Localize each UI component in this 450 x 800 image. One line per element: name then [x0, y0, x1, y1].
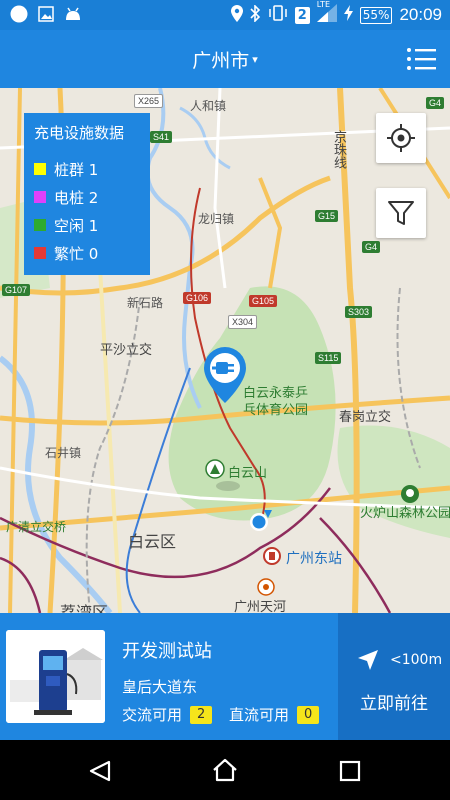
map-label: 广州天河: [234, 599, 287, 613]
battery-level: 55%: [359, 6, 393, 24]
locate-button[interactable]: [376, 113, 426, 163]
charging-bolt-icon: [343, 5, 353, 25]
legend-swatch: [34, 219, 46, 231]
station-name: 开发测试站: [122, 641, 212, 662]
location-icon: [230, 4, 243, 26]
road-shield: G15: [315, 210, 339, 222]
map-label: 广州东站: [286, 550, 342, 566]
city-name: 广州市: [192, 50, 250, 72]
network-type: LTE: [316, 0, 331, 9]
charging-station-marker[interactable]: [202, 345, 248, 407]
dc-count-badge: 0: [297, 705, 320, 724]
map-label: 白云区: [128, 534, 177, 551]
system-nav-bar: [0, 740, 450, 800]
metro-station-icon: [263, 547, 281, 565]
legend-label: 空闲 1: [54, 216, 99, 235]
ac-availability: 交流可用 2: [122, 704, 213, 725]
pin-shadow: [216, 481, 240, 491]
map-label: 新石路: [127, 296, 164, 310]
station-thumbnail: [6, 630, 105, 723]
dc-label: 直流可用: [229, 706, 290, 724]
ac-label: 交流可用: [122, 706, 183, 724]
charging-plug-icon: [204, 347, 246, 403]
legend-item: 繁忙 0: [34, 239, 140, 267]
road-shield: G106: [183, 292, 212, 304]
recents-square-icon[interactable]: [339, 760, 361, 782]
road-shield: G105: [249, 295, 278, 307]
map-label: 京珠线: [332, 130, 347, 169]
image-notification-icon: [38, 6, 54, 26]
station-address: 皇后大道东: [122, 678, 198, 696]
road-shield: S115: [315, 352, 342, 364]
home-icon[interactable]: [212, 758, 238, 782]
road-shield: G4: [362, 241, 381, 253]
signal-icon: LTE: [316, 0, 337, 26]
navigation-arrow-icon: [358, 650, 378, 670]
user-location-icon: [250, 510, 272, 531]
legend-item: 电桩 2: [34, 183, 140, 211]
legend-swatch: [34, 247, 46, 259]
map-label: 乓体育公园: [243, 402, 309, 417]
legend-swatch: [34, 163, 46, 175]
road-shield: G107: [2, 284, 31, 296]
legend-label: 桩群 1: [54, 160, 99, 179]
map-label: 龙归镇: [198, 212, 235, 226]
navigate-now-button[interactable]: <100m 立即前往: [338, 613, 450, 740]
clock: 20:09: [399, 5, 442, 24]
list-menu-icon: [407, 48, 436, 70]
map-label: 荔湾区: [60, 599, 108, 613]
map-label: 平沙立交: [100, 342, 153, 357]
filter-icon: [388, 201, 414, 225]
list-menu-button[interactable]: [406, 46, 436, 72]
crosshair-icon: [387, 124, 415, 152]
caret-down-icon: ▾: [252, 53, 258, 66]
road-shield: X304: [228, 315, 258, 329]
legend-title: 充电设施数据: [34, 124, 125, 142]
legend-item: 空闲 1: [34, 211, 140, 239]
legend-swatch: [34, 191, 46, 203]
distance-text: <100m: [390, 652, 443, 668]
map-label: 火炉山森林公园: [360, 505, 450, 520]
sim-badge: 2: [294, 6, 310, 24]
map-label: 人和镇: [190, 99, 227, 113]
legend-label: 电桩 2: [54, 188, 99, 207]
road-shield: S41: [150, 131, 173, 143]
back-triangle-icon[interactable]: [88, 760, 112, 782]
vibrate-icon: [268, 5, 288, 25]
city-selector[interactable]: 广州市 ▾: [0, 46, 450, 73]
distance-row: <100m: [356, 648, 442, 672]
filter-button[interactable]: [376, 188, 426, 238]
legend-item: 桩群 1: [34, 155, 140, 183]
ac-count-badge: 2: [190, 705, 213, 724]
status-bar: 2 LTE 55% 20:09: [0, 0, 450, 30]
road-shield: X265: [134, 94, 164, 108]
map-label: 春岗立交: [339, 409, 392, 424]
road-shield: G4: [426, 97, 445, 109]
legend-label: 繁忙 0: [54, 244, 99, 263]
dc-availability: 直流可用 0: [229, 704, 320, 725]
app-bar: 广州市 ▾: [0, 30, 450, 88]
station-info-card[interactable]: 开发测试站 皇后大道东 交流可用 2 直流可用 0 <100m 立即前往: [0, 613, 450, 740]
notification-circle-icon: [10, 5, 28, 27]
map-label: 石井镇: [45, 446, 82, 460]
bluetooth-icon: [250, 3, 261, 26]
android-notification-icon: [64, 6, 82, 26]
park-poi-icon: [401, 485, 419, 503]
go-now-label: 立即前往: [360, 694, 428, 714]
road-shield: S303: [345, 306, 373, 318]
landmark-poi-icon: [257, 578, 275, 596]
charging-data-legend: 充电设施数据 桩群 1 电桩 2 空闲 1 繁忙 0: [24, 113, 150, 275]
map-label: 广清立交桥: [6, 520, 67, 534]
